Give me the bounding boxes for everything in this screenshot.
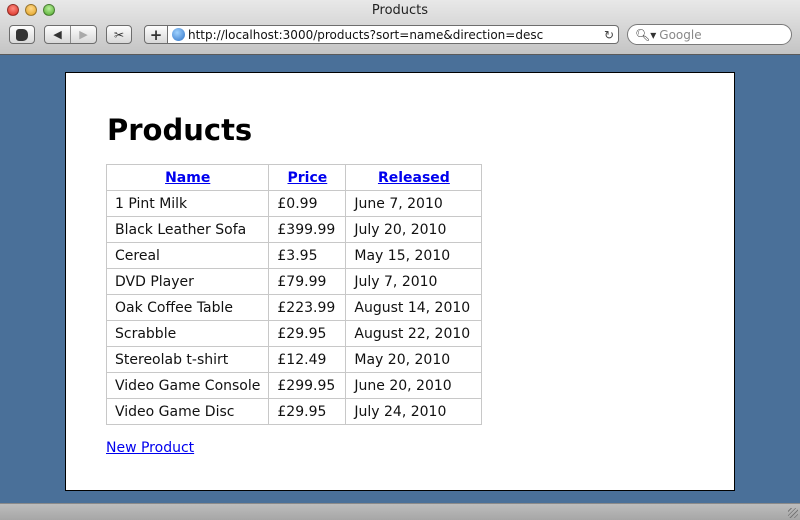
evernote-elephant-icon [16, 28, 28, 41]
cell-name: Cereal [105, 242, 270, 269]
header-released: Released [345, 164, 483, 191]
cell-name: Video Game Console [105, 372, 270, 399]
sort-by-name-link[interactable]: Name [165, 170, 210, 186]
cell-released: July 7, 2010 [345, 268, 483, 295]
table-row: Cereal £3.95 May 15, 2010 [105, 242, 483, 269]
reload-button[interactable]: ↻ [600, 28, 618, 42]
table-header-row: Name Price Released [105, 164, 483, 191]
table-row: Scrabble £29.95 August 22, 2010 [105, 320, 483, 347]
cell-name: Scrabble [105, 320, 270, 347]
cell-name: DVD Player [105, 268, 270, 295]
cell-name: Stereolab t-shirt [105, 346, 270, 373]
url-input[interactable]: http://localhost:3000/products?sort=name… [188, 28, 600, 42]
cell-released: August 14, 2010 [345, 294, 483, 321]
cell-released: May 20, 2010 [345, 346, 483, 373]
products-table: Name Price Released 1 Pint Milk £0.99 June… [105, 164, 483, 425]
cell-price: £0.99 [268, 190, 347, 217]
status-bar [0, 503, 800, 520]
plus-icon: + [149, 25, 163, 44]
evernote-button[interactable] [9, 25, 35, 44]
header-price: Price [268, 164, 347, 191]
table-row: Video Game Console £299.95 June 20, 2010 [105, 372, 483, 399]
table-row: 1 Pint Milk £0.99 June 7, 2010 [105, 190, 483, 217]
globe-icon [172, 28, 185, 41]
cell-price: £3.95 [268, 242, 347, 269]
sort-by-released-link[interactable]: Released [378, 170, 450, 186]
page-content: Products Name Price Released 1 Pint Milk… [65, 72, 735, 491]
table-row: Oak Coffee Table £223.99 August 14, 2010 [105, 294, 483, 321]
cell-released: July 20, 2010 [345, 216, 483, 243]
scissors-icon: ✂ [113, 27, 125, 42]
add-bookmark-button[interactable]: + [144, 25, 168, 44]
cell-price: £79.99 [268, 268, 347, 295]
cell-price: £299.95 [268, 372, 347, 399]
search-placeholder: Google [659, 27, 702, 42]
back-button[interactable]: ◀ [45, 28, 70, 41]
cell-price: £29.95 [268, 320, 347, 347]
cell-name: Video Game Disc [105, 398, 270, 425]
cell-released: June 7, 2010 [345, 190, 483, 217]
cell-price: £29.95 [268, 398, 347, 425]
table-row: Black Leather Sofa £399.99 July 20, 2010 [105, 216, 483, 243]
cell-price: £399.99 [268, 216, 347, 243]
cell-released: May 15, 2010 [345, 242, 483, 269]
page-title: Products [107, 113, 253, 147]
new-product-link[interactable]: New Product [106, 440, 194, 456]
address-bar[interactable]: http://localhost:3000/products?sort=name… [168, 25, 619, 44]
forward-button[interactable]: ▶ [71, 28, 96, 41]
cell-name: Black Leather Sofa [105, 216, 270, 243]
table-row: Video Game Disc £29.95 July 24, 2010 [105, 398, 483, 425]
cell-name: 1 Pint Milk [105, 190, 270, 217]
cell-price: £223.99 [268, 294, 347, 321]
web-clipper-button[interactable]: ✂ [106, 25, 132, 44]
header-name: Name [105, 164, 270, 191]
window-title: Products [371, 3, 429, 18]
cell-price: £12.49 [268, 346, 347, 373]
cell-name: Oak Coffee Table [105, 294, 270, 321]
search-icon[interactable]: 🔍︎▾ [635, 28, 656, 42]
cell-released: July 24, 2010 [345, 398, 483, 425]
cell-released: August 22, 2010 [345, 320, 483, 347]
browser-chrome: Products ◀ ▶ ✂ + http://localhost:3000/p… [0, 0, 800, 55]
search-field[interactable]: 🔍︎▾ Google [627, 24, 792, 45]
sort-by-price-link[interactable]: Price [288, 170, 328, 186]
table-row: Stereolab t-shirt £12.49 May 20, 2010 [105, 346, 483, 373]
resize-grip-icon[interactable] [788, 508, 798, 518]
navigation-buttons: ◀ ▶ [44, 25, 97, 44]
cell-released: June 20, 2010 [345, 372, 483, 399]
table-row: DVD Player £79.99 July 7, 2010 [105, 268, 483, 295]
